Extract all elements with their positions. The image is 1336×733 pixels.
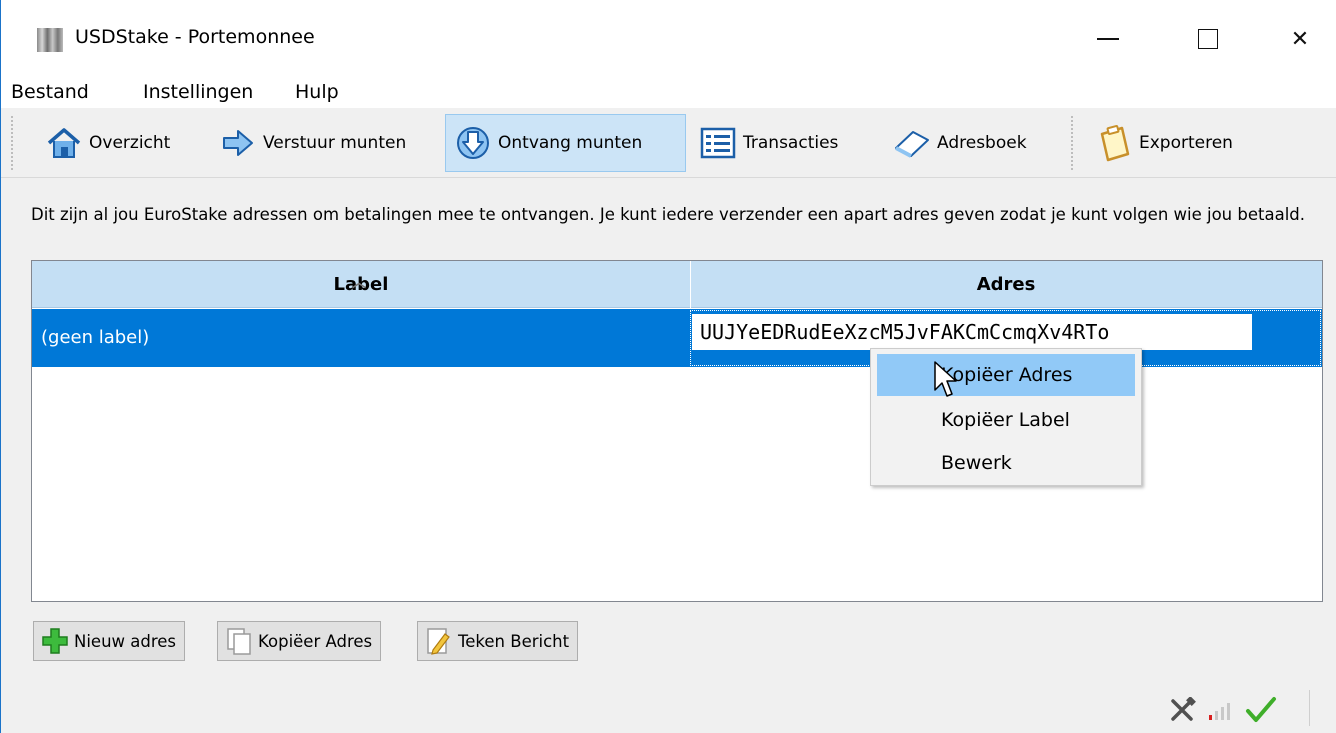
tab-ontvang-label: Ontvang munten [498, 133, 643, 153]
synced-check-icon[interactable] [1245, 696, 1277, 729]
row-label-cell[interactable]: (geen label) [41, 327, 149, 348]
menu-instellingen[interactable]: Instellingen [143, 81, 253, 103]
receive-description: Dit zijn al jou EuroStake adressen om be… [31, 205, 1306, 224]
copy-icon [224, 626, 254, 656]
tab-transacties-label: Transacties [743, 133, 839, 153]
home-icon [45, 124, 83, 162]
column-header-label[interactable]: ︿ Label [32, 274, 690, 295]
wallet-window: USDStake - Portemonnee ✕ Bestand Instell… [0, 0, 1336, 733]
app-logo-icon [37, 28, 63, 52]
toolbar-grip-2[interactable] [1071, 116, 1075, 170]
title-bar[interactable]: USDStake - Portemonnee ✕ [1, 0, 1336, 78]
tab-adresboek-label: Adresboek [937, 133, 1027, 153]
plus-icon [40, 626, 70, 656]
sort-ascending-icon: ︿ [352, 275, 366, 291]
arrow-down-icon [454, 124, 492, 162]
status-bar [1169, 694, 1329, 730]
mouse-cursor-icon [934, 361, 957, 397]
minimize-button[interactable] [1073, 16, 1143, 62]
exporteren-label: Exporteren [1139, 133, 1233, 153]
tab-overzicht-label: Overzicht [89, 133, 171, 153]
list-icon [699, 124, 737, 162]
pen-paper-icon [424, 626, 454, 656]
status-separator [1309, 690, 1310, 726]
tab-verstuur-munten[interactable]: Verstuur munten [211, 114, 406, 172]
maximize-button[interactable] [1173, 16, 1243, 62]
staking-tools-icon[interactable] [1169, 695, 1199, 728]
context-edit[interactable]: Bewerk [877, 442, 1135, 484]
new-address-button[interactable]: Nieuw adres [33, 621, 186, 661]
sign-message-button[interactable]: Teken Bericht [417, 621, 579, 661]
table-header: ︿ Label Adres [32, 261, 1322, 308]
tab-transacties[interactable]: Transacties [691, 114, 838, 172]
close-button[interactable]: ✕ [1265, 16, 1335, 62]
context-copy-address[interactable]: Kopiëer Adres [877, 354, 1135, 396]
close-icon: ✕ [1290, 26, 1310, 52]
menu-bestand[interactable]: Bestand [11, 81, 89, 103]
address-edit-field[interactable]: UUJYeEDRudEeXzcM5JvFAKCmCcmqXv4RTo [691, 313, 1253, 351]
address-book-icon [893, 124, 931, 162]
menu-bar: Bestand Instellingen Hulp [1, 78, 1336, 108]
new-address-label: Nieuw adres [74, 631, 177, 651]
tab-overzicht[interactable]: Overzicht [37, 114, 170, 172]
context-menu: Kopiëer Adres Kopiëer Label Bewerk [870, 348, 1142, 486]
clipboard-icon [1095, 124, 1133, 162]
copy-address-label: Kopiëer Adres [258, 631, 373, 651]
toolbar-grip[interactable] [11, 116, 15, 170]
menu-hulp[interactable]: Hulp [295, 81, 339, 103]
context-copy-label[interactable]: Kopiëer Label [877, 399, 1135, 441]
sign-message-label: Teken Bericht [458, 631, 570, 651]
tab-ontvang-munten[interactable]: Ontvang munten [445, 114, 686, 172]
maximize-icon [1198, 29, 1218, 49]
main-toolbar: Overzicht Verstuur munten Ontvang munten… [1, 110, 1336, 178]
connections-signal-icon[interactable] [1207, 697, 1237, 728]
tab-adresboek[interactable]: Adresboek [885, 114, 1027, 172]
window-title: USDStake - Portemonnee [75, 26, 315, 48]
minimize-icon [1097, 38, 1119, 40]
copy-address-button[interactable]: Kopiëer Adres [217, 621, 382, 661]
column-header-adres[interactable]: Adres [690, 274, 1322, 295]
arrow-right-icon [219, 124, 257, 162]
tab-verstuur-label: Verstuur munten [263, 133, 407, 153]
exporteren-button[interactable]: Exporteren [1087, 114, 1233, 172]
